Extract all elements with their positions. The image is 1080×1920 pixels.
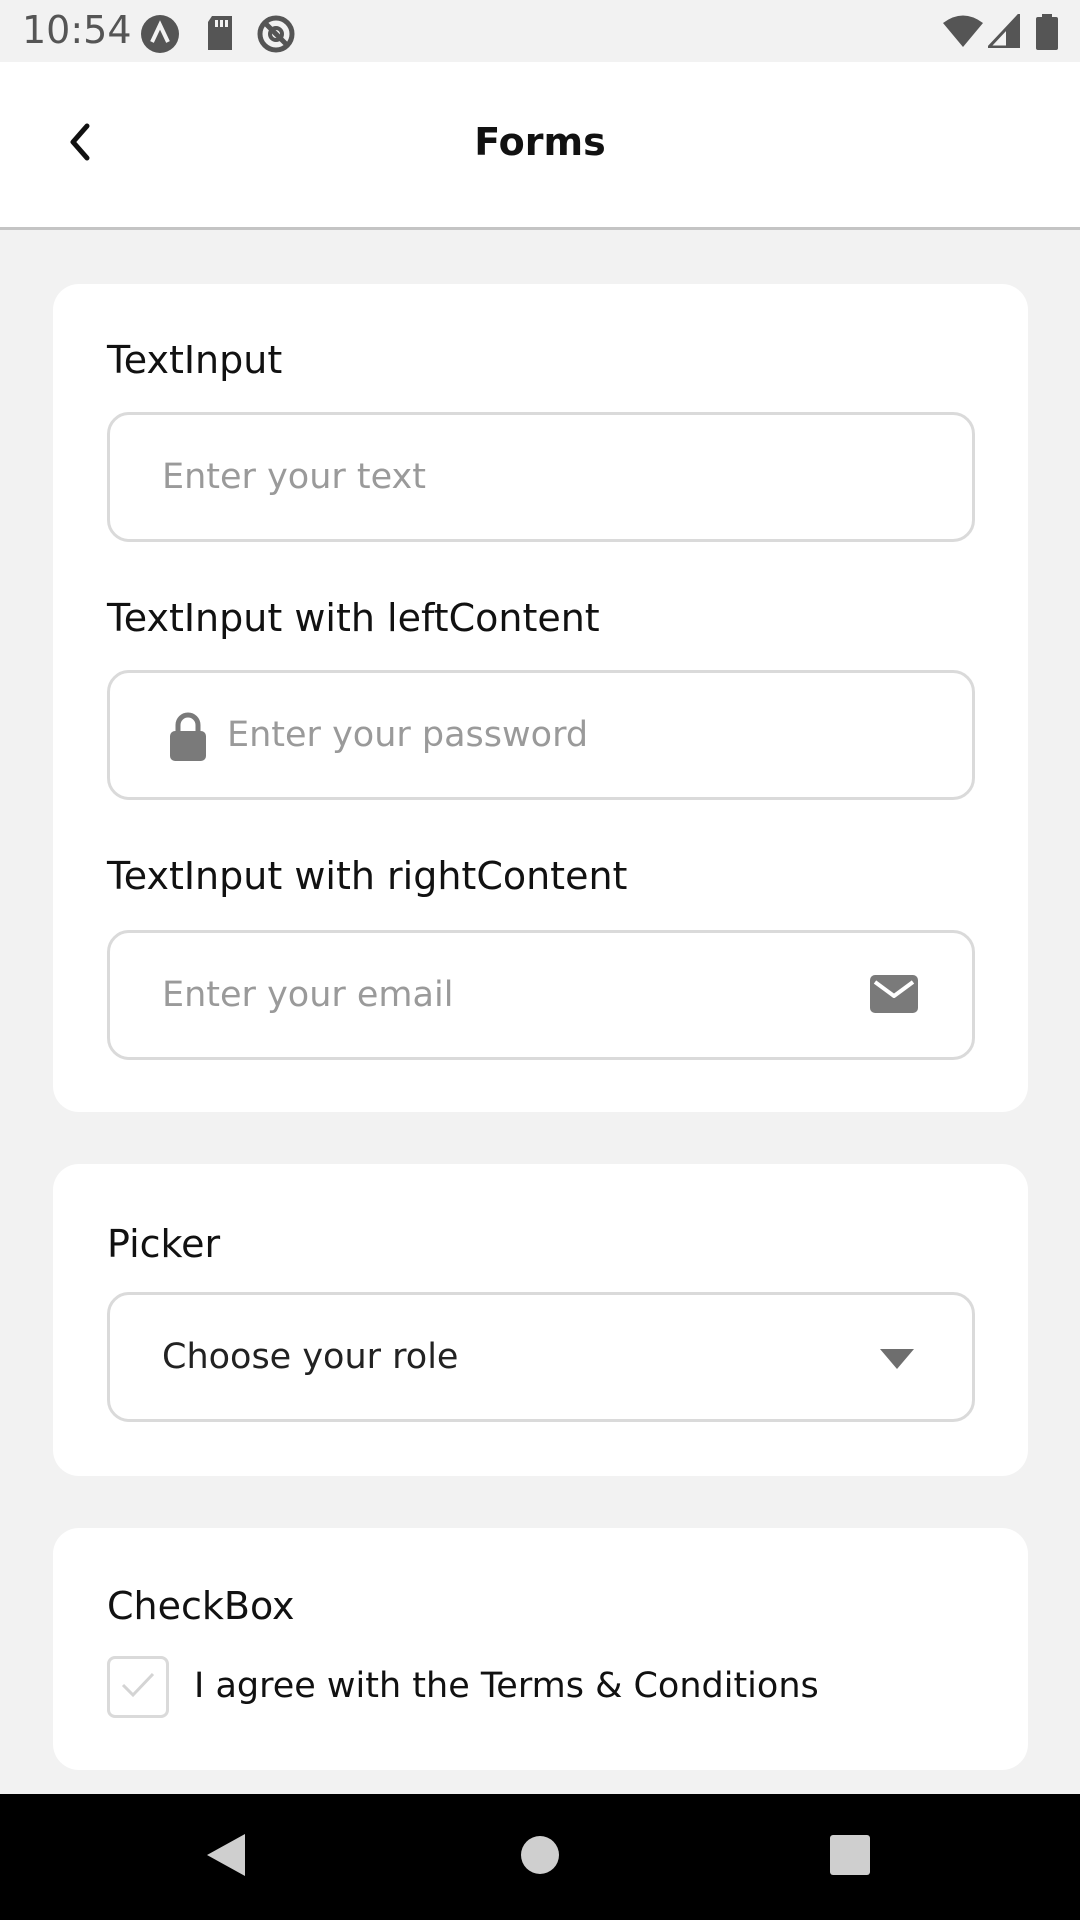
password-input-placeholder: Enter your password [227, 715, 589, 755]
password-input-field[interactable]: Enter your password [107, 670, 975, 800]
role-picker[interactable]: Choose your role [107, 1292, 975, 1422]
nav-back-button[interactable] [166, 1794, 286, 1920]
terms-checkbox[interactable] [107, 1656, 169, 1718]
email-input-field[interactable]: Enter your email [107, 930, 975, 1060]
text-input-field[interactable]: Enter your text [107, 412, 975, 542]
text-input-label: TextInput [107, 338, 283, 382]
text-input-placeholder: Enter your text [162, 457, 426, 497]
wifi-icon [942, 14, 984, 52]
android-notification-icon [140, 14, 180, 58]
checkbox-section-label: CheckBox [107, 1584, 295, 1628]
lock-icon [168, 711, 208, 765]
picker-label: Picker [107, 1222, 221, 1266]
terms-checkbox-label[interactable]: I agree with the Terms & Conditions [194, 1666, 819, 1706]
caret-down-icon [880, 1349, 914, 1373]
picker-selected-value: Choose your role [162, 1337, 459, 1377]
status-bar: 10:54 [0, 0, 1080, 62]
left-content-input-label: TextInput with leftContent [107, 596, 600, 640]
app-header: Forms [0, 62, 1080, 230]
back-triangle-icon [205, 1832, 247, 1882]
right-content-input-label: TextInput with rightContent [107, 854, 628, 898]
checkbox-card: CheckBox I agree with the Terms & Condit… [53, 1528, 1028, 1770]
battery-icon [1036, 14, 1058, 54]
status-time: 10:54 [22, 8, 132, 52]
text-inputs-card: TextInput Enter your text TextInput with… [53, 284, 1028, 1112]
check-icon [120, 1670, 156, 1704]
nav-recents-button[interactable] [790, 1794, 910, 1920]
page-title: Forms [474, 120, 606, 164]
picker-card: Picker Choose your role [53, 1164, 1028, 1476]
recents-square-icon [830, 1835, 870, 1879]
email-input-placeholder: Enter your email [162, 975, 454, 1015]
mail-icon [870, 975, 918, 1017]
system-nav-bar [0, 1794, 1080, 1920]
nav-home-button[interactable] [480, 1794, 600, 1920]
no-disturb-icon [256, 14, 296, 58]
cell-signal-icon [985, 11, 1021, 52]
sd-card-icon [204, 14, 236, 56]
home-circle-icon [520, 1835, 560, 1879]
